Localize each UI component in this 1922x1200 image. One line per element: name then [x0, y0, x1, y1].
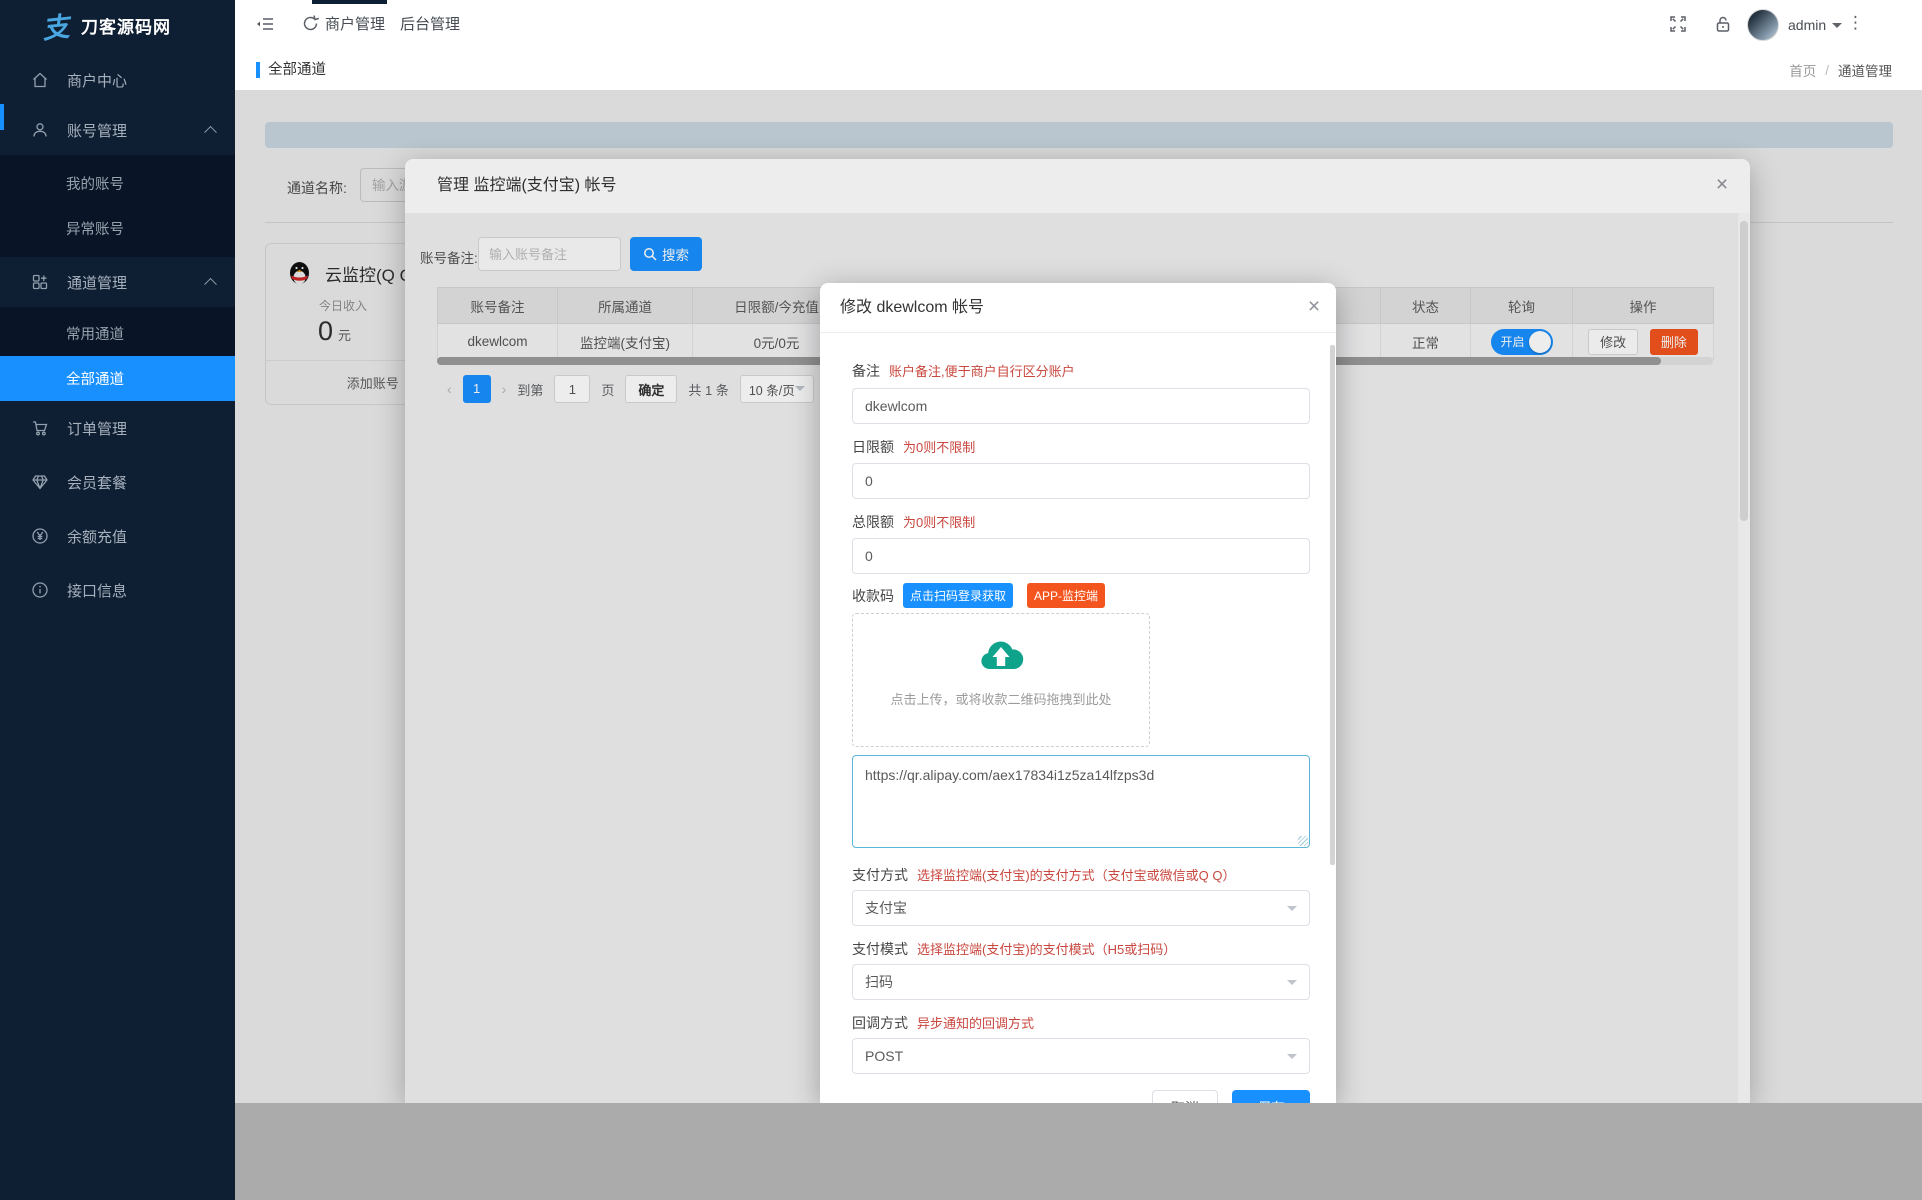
daily-limit-hint: 为0则不限制 — [903, 440, 976, 455]
remark-input[interactable] — [852, 388, 1310, 424]
sidebar-item-label: 接口信息 — [67, 582, 128, 600]
page-title: 全部通道 — [268, 62, 326, 78]
sidebar-item-common-channels[interactable]: 常用通道 — [0, 311, 235, 356]
sidebar-item-label: 会员套餐 — [67, 474, 128, 492]
sidebar-item-channel-mgmt[interactable]: 通道管理 — [0, 257, 235, 307]
sidebar-item-account-mgmt[interactable]: 账号管理 — [0, 105, 235, 155]
pay-method-hint: 选择监控端(支付宝)的支付方式（支付宝或微信或Q Q） — [917, 868, 1236, 883]
topbar: 商户管理 后台管理 admin ⋮ — [235, 0, 1922, 51]
app-monitor-badge-button[interactable]: APP-监控端 — [1027, 583, 1106, 608]
total-limit-hint: 为0则不限制 — [903, 515, 976, 530]
qrcode-label: 收款码 — [852, 587, 894, 604]
sidebar-item-label: 订单管理 — [67, 420, 128, 438]
collapse-menu-icon[interactable] — [255, 14, 277, 36]
breadcrumb: 首页 / 通道管理 — [1789, 50, 1892, 90]
breadcrumb-home[interactable]: 首页 — [1789, 60, 1816, 80]
fullscreen-icon[interactable] — [1668, 14, 1690, 36]
chevron-down-icon — [1287, 979, 1297, 990]
cart-icon — [30, 418, 50, 438]
app-window: 支 刀客源码网 商户中心 账号管理 我的账号 异常账号 通道管理 常用通道 全部… — [0, 0, 1922, 1200]
edit-modal-header: 修改 dkewlcom 帐号 × — [820, 283, 1336, 333]
remark-hint: 账户备注,便于商户自行区分账户 — [889, 364, 1075, 379]
pay-mode-hint: 选择监控端(支付宝)的支付模式（H5或扫码） — [917, 942, 1177, 957]
sidebar-item-label: 余额充值 — [67, 528, 128, 546]
sidebar-item-merchant-center[interactable]: 商户中心 — [0, 55, 235, 105]
info-circle-icon — [30, 580, 50, 600]
qrcode-upload-dropzone[interactable]: 点击上传，或将收款二维码拖拽到此处 — [852, 613, 1150, 747]
pay-mode-label: 支付模式 — [852, 941, 908, 957]
refresh-icon[interactable] — [301, 14, 323, 36]
sidebar-item-my-accounts[interactable]: 我的账号 — [0, 161, 235, 206]
page-footer-area — [235, 1103, 1922, 1200]
chevron-down-icon — [1287, 1053, 1297, 1064]
sidebar-item-label: 账号管理 — [67, 122, 128, 140]
username: admin — [1788, 17, 1827, 33]
callback-label: 回调方式 — [852, 1015, 908, 1031]
brand-logo: 支 刀客源码网 — [0, 0, 235, 50]
chevron-up-icon — [204, 277, 217, 291]
edit-modal-title: 修改 dkewlcom 帐号 — [840, 299, 985, 316]
more-options-icon[interactable]: ⋮ — [1847, 13, 1864, 33]
user-icon — [30, 120, 50, 140]
sidebar: 支 刀客源码网 商户中心 账号管理 我的账号 异常账号 通道管理 常用通道 全部… — [0, 0, 235, 1200]
avatar — [1747, 9, 1779, 41]
pay-mode-label-row: 支付模式 选择监控端(支付宝)的支付模式（H5或扫码） — [852, 939, 1176, 959]
brand-name: 刀客源码网 — [81, 17, 171, 37]
cloud-upload-icon — [981, 641, 1024, 669]
submenu-channels: 常用通道 全部通道 — [0, 307, 235, 401]
sidebar-item-member-packages[interactable]: 会员套餐 — [0, 455, 235, 509]
chevron-down-icon — [1287, 905, 1297, 916]
breadcrumb-separator: / — [1825, 62, 1829, 78]
edit-modal-scrollbar-thumb[interactable] — [1330, 345, 1335, 865]
tab-merchant-mgmt[interactable]: 商户管理 — [325, 0, 385, 50]
sidebar-item-balance-recharge[interactable]: 余额充值 — [0, 509, 235, 563]
remark-field-label-row: 备注 账户备注,便于商户自行区分账户 — [852, 361, 1075, 381]
tab-backend-mgmt[interactable]: 后台管理 — [400, 0, 460, 50]
cancel-button[interactable]: 取消 — [1152, 1090, 1218, 1103]
close-icon[interactable]: × — [1302, 296, 1326, 320]
sidebar-item-api-info[interactable]: 接口信息 — [0, 563, 235, 617]
upload-hint-text: 点击上传，或将收款二维码拖拽到此处 — [890, 692, 1112, 707]
sidebar-item-order-mgmt[interactable]: 订单管理 — [0, 401, 235, 455]
page-title-bar: 全部通道 首页 / 通道管理 — [235, 50, 1922, 91]
total-limit-input[interactable] — [852, 538, 1310, 574]
brand-logo-icon: 支 — [40, 11, 71, 44]
daily-limit-label-row: 日限额 为0则不限制 — [852, 437, 975, 457]
sidebar-item-abnormal-accounts[interactable]: 异常账号 — [0, 206, 235, 251]
yen-circle-icon — [30, 526, 50, 546]
total-limit-label: 总限额 — [852, 514, 894, 530]
chevron-down-icon — [1832, 22, 1843, 33]
scan-login-badge-button[interactable]: 点击扫码登录获取 — [903, 583, 1014, 608]
daily-limit-input[interactable] — [852, 463, 1310, 499]
user-menu[interactable]: admin — [1747, 0, 1843, 50]
home-icon — [30, 70, 50, 90]
pay-method-select[interactable]: 支付宝 — [852, 890, 1310, 926]
callback-select[interactable]: POST — [852, 1038, 1310, 1074]
sidebar-item-all-channels[interactable]: 全部通道 — [0, 356, 235, 401]
total-limit-label-row: 总限额 为0则不限制 — [852, 512, 975, 532]
qrcode-label-row: 收款码 点击扫码登录获取 APP-监控端 — [852, 583, 1106, 608]
breadcrumb-current: 通道管理 — [1838, 64, 1892, 79]
daily-limit-label: 日限额 — [852, 439, 894, 455]
title-accent-bar — [256, 62, 260, 78]
channels-icon — [30, 272, 50, 292]
sidebar-item-label: 商户中心 — [67, 72, 128, 90]
sidebar-item-label: 通道管理 — [67, 274, 128, 292]
chevron-up-icon — [204, 125, 217, 139]
qrcode-url-textarea[interactable]: https://qr.alipay.com/aex17834i1z5za14lf… — [852, 755, 1310, 848]
gem-icon — [30, 472, 50, 492]
save-button[interactable]: 保存 — [1232, 1090, 1310, 1103]
submenu-account: 我的账号 异常账号 — [0, 155, 235, 257]
edit-account-modal: 修改 dkewlcom 帐号 × 备注 账户备注,便于商户自行区分账户 日限额 … — [820, 283, 1336, 1103]
callback-label-row: 回调方式 异步通知的回调方式 — [852, 1013, 1034, 1033]
callback-hint: 异步通知的回调方式 — [917, 1016, 1035, 1031]
pay-method-label: 支付方式 — [852, 867, 908, 883]
remark-label: 备注 — [852, 363, 880, 379]
lock-icon[interactable] — [1713, 14, 1735, 36]
pay-mode-select[interactable]: 扫码 — [852, 964, 1310, 1000]
pay-method-label-row: 支付方式 选择监控端(支付宝)的支付方式（支付宝或微信或Q Q） — [852, 865, 1236, 885]
